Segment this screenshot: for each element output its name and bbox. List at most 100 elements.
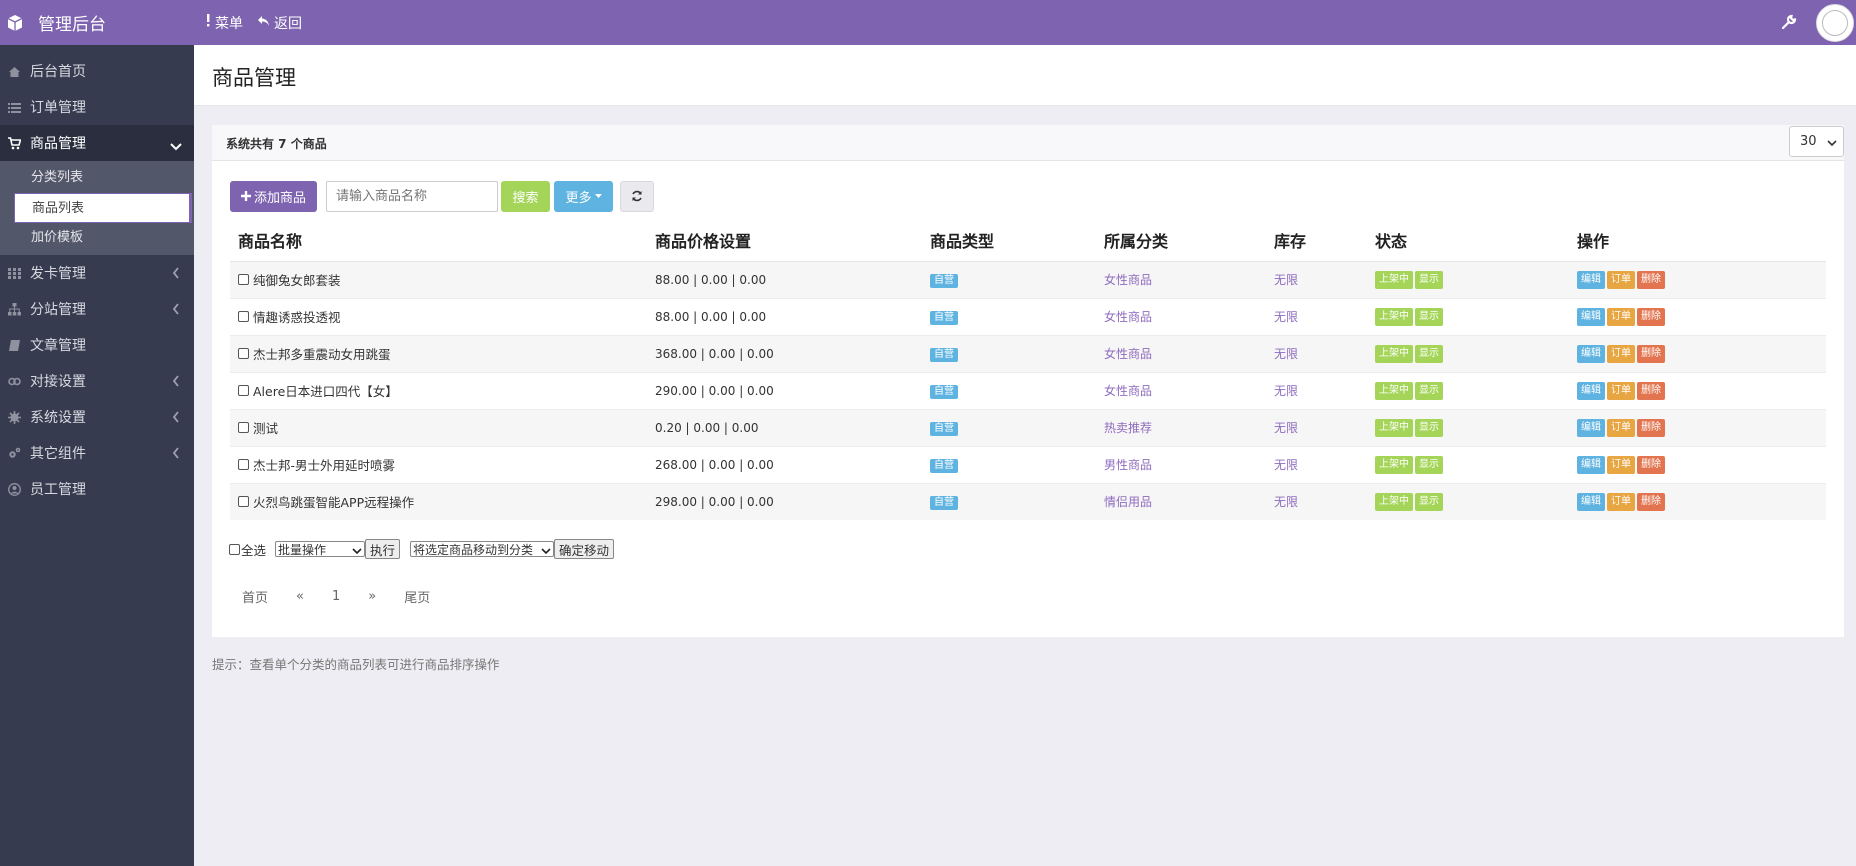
orders-button[interactable]: 订单 (1607, 381, 1635, 400)
goods-name: 杰士邦-男士外用延时喷雾 (253, 458, 396, 473)
delete-button[interactable]: 删除 (1637, 381, 1665, 400)
goods-category-link[interactable]: 女性商品 (1104, 273, 1152, 287)
orders-button[interactable]: 订单 (1607, 270, 1635, 289)
visibility-toggle[interactable]: 显示 (1415, 492, 1443, 511)
goods-category-link[interactable]: 男性商品 (1104, 458, 1152, 472)
confirm-move-button[interactable]: 确定移动 (554, 539, 615, 559)
cell-status: 上架中 显示 (1367, 371, 1569, 409)
execute-button[interactable]: 执行 (365, 539, 401, 559)
edit-button[interactable]: 编辑 (1577, 270, 1605, 289)
visibility-toggle[interactable]: 显示 (1415, 344, 1443, 363)
row-checkbox[interactable] (238, 459, 249, 470)
sidebar-subitem-markup-template[interactable]: 加价模板 (14, 223, 194, 253)
edit-button[interactable]: 编辑 (1577, 418, 1605, 437)
delete-button[interactable]: 删除 (1637, 270, 1665, 289)
orders-button[interactable]: 订单 (1607, 492, 1635, 511)
goods-submenu: 分类列表 商品列表 加价模板 (0, 161, 194, 255)
on-sale-toggle[interactable]: 上架中 (1375, 270, 1413, 289)
on-sale-toggle[interactable]: 上架中 (1375, 455, 1413, 474)
sidebar-item-staff[interactable]: 员工管理 (0, 471, 194, 507)
back-button[interactable]: 返回 (257, 13, 302, 33)
edit-button[interactable]: 编辑 (1577, 307, 1605, 326)
goods-category-link[interactable]: 女性商品 (1104, 347, 1152, 361)
row-checkbox[interactable] (238, 274, 249, 285)
edit-button[interactable]: 编辑 (1577, 381, 1605, 400)
per-page-select[interactable]: 30 (1789, 126, 1844, 157)
goods-category-link[interactable]: 女性商品 (1104, 310, 1152, 324)
table-row: Alere日本进口四代【女】 290.00 | 0.00 | 0.00 自营 女性商品… (230, 371, 1826, 409)
search-button[interactable]: 搜索 (501, 180, 550, 212)
cell-status: 上架中 显示 (1367, 445, 1569, 483)
list-icon (8, 101, 21, 114)
cell-price: 268.00 | 0.00 | 0.00 (647, 445, 922, 483)
orders-button[interactable]: 订单 (1607, 344, 1635, 363)
refresh-button[interactable] (620, 180, 654, 212)
orders-button[interactable]: 订单 (1607, 307, 1635, 326)
on-sale-toggle[interactable]: 上架中 (1375, 344, 1413, 363)
cell-name: 杰士邦多重震动女用跳蛋 (230, 334, 647, 372)
more-dropdown-button[interactable]: 更多 (554, 180, 613, 212)
sidebar-item-home[interactable]: 后台首页 (0, 53, 194, 89)
cell-price: 88.00 | 0.00 | 0.00 (647, 260, 922, 298)
visibility-toggle[interactable]: 显示 (1415, 307, 1443, 326)
menu-toggle-button[interactable]: 菜单 (205, 13, 243, 33)
panel-header: 系统共有 7 个商品 30 (212, 125, 1844, 161)
sidebar-item-label: 对接设置 (30, 374, 86, 390)
sidebar-item-orders[interactable]: 订单管理 (0, 89, 194, 125)
visibility-toggle[interactable]: 显示 (1415, 418, 1443, 437)
goods-category-link[interactable]: 女性商品 (1104, 384, 1152, 398)
brand[interactable]: 管理后台 (0, 0, 194, 45)
select-all-checkbox[interactable] (229, 543, 240, 555)
cell-type: 自营 (922, 334, 1096, 372)
cell-actions: 编辑 订单 删除 (1569, 334, 1826, 372)
sidebar-item-substations[interactable]: 分站管理 (0, 291, 194, 327)
delete-button[interactable]: 删除 (1637, 455, 1665, 474)
pager-next[interactable]: » (354, 589, 390, 604)
sidebar-item-articles[interactable]: 文章管理 (0, 327, 194, 363)
goods-category-link[interactable]: 情侣用品 (1104, 495, 1152, 509)
on-sale-toggle[interactable]: 上架中 (1375, 418, 1413, 437)
on-sale-toggle[interactable]: 上架中 (1375, 381, 1413, 400)
on-sale-toggle[interactable]: 上架中 (1375, 492, 1413, 511)
delete-button[interactable]: 删除 (1637, 492, 1665, 511)
cell-category: 女性商品 (1096, 371, 1266, 409)
pager-page-1[interactable]: 1 (318, 589, 354, 604)
move-category-select[interactable]: 将选定商品移动到分类 (410, 541, 555, 557)
on-sale-toggle[interactable]: 上架中 (1375, 307, 1413, 326)
goods-category-link[interactable]: 热卖推荐 (1104, 421, 1152, 435)
sidebar-item-integration[interactable]: 对接设置 (0, 363, 194, 399)
search-input[interactable] (326, 180, 498, 212)
edit-button[interactable]: 编辑 (1577, 344, 1605, 363)
orders-button[interactable]: 订单 (1607, 418, 1635, 437)
batch-op-select[interactable]: 批量操作 (275, 541, 366, 557)
orders-button[interactable]: 订单 (1607, 455, 1635, 474)
add-goods-button[interactable]: 添加商品 (230, 180, 317, 212)
cell-name: 情趣诱惑投透视 (230, 297, 647, 335)
wrench-icon[interactable] (1780, 13, 1798, 31)
row-checkbox[interactable] (238, 496, 249, 508)
sidebar-item-other-components[interactable]: 其它组件 (0, 435, 194, 471)
edit-button[interactable]: 编辑 (1577, 492, 1605, 511)
cell-type: 自营 (922, 482, 1096, 520)
row-checkbox[interactable] (238, 348, 249, 359)
sidebar-subitem-categories[interactable]: 分类列表 (14, 163, 194, 193)
sidebar-subitem-goods-list[interactable]: 商品列表 (14, 193, 192, 223)
delete-button[interactable]: 删除 (1637, 418, 1665, 437)
visibility-toggle[interactable]: 显示 (1415, 270, 1443, 289)
per-page-value: 30 (1800, 134, 1817, 149)
pager-last[interactable]: 尾页 (390, 587, 444, 606)
row-checkbox[interactable] (238, 385, 249, 396)
avatar[interactable] (1816, 4, 1854, 42)
delete-button[interactable]: 删除 (1637, 344, 1665, 363)
row-checkbox[interactable] (238, 311, 249, 322)
edit-button[interactable]: 编辑 (1577, 455, 1605, 474)
sidebar-item-cards[interactable]: 发卡管理 (0, 255, 194, 291)
pager-prev[interactable]: « (282, 589, 318, 604)
visibility-toggle[interactable]: 显示 (1415, 381, 1443, 400)
row-checkbox[interactable] (238, 422, 249, 433)
delete-button[interactable]: 删除 (1637, 307, 1665, 326)
visibility-toggle[interactable]: 显示 (1415, 455, 1443, 474)
sidebar-item-system-settings[interactable]: 系统设置 (0, 399, 194, 435)
pager-first[interactable]: 首页 (230, 587, 282, 606)
sidebar-item-goods[interactable]: 商品管理 (0, 125, 194, 161)
